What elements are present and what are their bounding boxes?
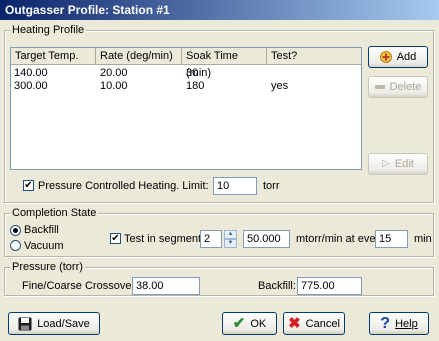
column-header-soak-time[interactable]: Soak Time (min) bbox=[182, 48, 267, 79]
help-icon: ? bbox=[380, 314, 391, 332]
heating-profile-legend: Heating Profile bbox=[10, 23, 87, 37]
spin-up-icon[interactable]: ▲ bbox=[224, 230, 237, 239]
column-header-target-temp[interactable]: Target Temp. bbox=[11, 48, 96, 65]
load-save-label: Load/Save bbox=[37, 317, 90, 330]
edit-button[interactable]: ▷ Edit bbox=[368, 153, 428, 175]
add-label: Add bbox=[396, 51, 417, 63]
ok-label: OK bbox=[250, 317, 267, 330]
vacuum-radio[interactable] bbox=[10, 240, 21, 251]
window-title: Outgasser Profile: Station #1 bbox=[0, 0, 439, 20]
pressure-controlled-checkbox[interactable]: ✔ bbox=[23, 180, 34, 191]
load-save-button[interactable]: Load/Save bbox=[8, 312, 100, 335]
backfill-radio[interactable] bbox=[10, 225, 21, 236]
help-label: Help bbox=[395, 317, 418, 330]
cell-soak-time: 180 bbox=[186, 80, 205, 92]
test-in-segment-label: Test in segment bbox=[124, 233, 202, 245]
outgasser-profile-window: Outgasser Profile: Station #1 Heating Pr… bbox=[0, 0, 439, 341]
cell-soak-time: 30 bbox=[186, 67, 199, 79]
vacuum-radio-label: Vacuum bbox=[24, 240, 64, 252]
interval-input[interactable]: 15 bbox=[375, 230, 408, 248]
pressure-backfill-label: Backfill: bbox=[258, 280, 296, 292]
edit-label: Edit bbox=[394, 158, 414, 170]
cell-test: yes bbox=[271, 80, 289, 92]
delete-button[interactable]: Delete bbox=[368, 76, 428, 98]
interval-unit-label: min bbox=[414, 233, 432, 245]
delete-icon bbox=[374, 85, 385, 89]
pressure-limit-input[interactable]: 10 bbox=[213, 177, 257, 195]
help-button[interactable]: ? Help bbox=[369, 312, 429, 335]
cancel-button[interactable]: ✖ Cancel bbox=[283, 312, 345, 335]
add-icon bbox=[379, 51, 392, 63]
backfill-radio-label: Backfill bbox=[24, 224, 59, 236]
edit-arrow-icon: ▷ bbox=[382, 158, 390, 169]
column-header-test[interactable]: Test? bbox=[267, 48, 361, 65]
close-icon: ✖ bbox=[288, 314, 301, 332]
pressure-backfill-input[interactable]: 775.00 bbox=[297, 277, 362, 295]
cell-rate: 20.00 bbox=[100, 67, 128, 79]
rate-unit-label: mtorr/min at every: bbox=[296, 233, 388, 245]
crossover-label: Fine/Coarse Crossover: bbox=[22, 280, 139, 292]
cell-target-temp: 140.00 bbox=[14, 67, 48, 79]
crossover-input[interactable]: 38.00 bbox=[132, 277, 200, 295]
segment-spinner[interactable]: ▲ ▼ bbox=[224, 230, 237, 248]
cell-target-temp: 300.00 bbox=[14, 80, 48, 92]
cancel-label: Cancel bbox=[305, 317, 340, 330]
column-header-rate[interactable]: Rate (deg/min) bbox=[96, 48, 182, 65]
checkmark-icon: ✔ bbox=[232, 314, 246, 332]
ok-button[interactable]: ✔ OK bbox=[222, 312, 277, 335]
cell-rate: 10.00 bbox=[100, 80, 128, 92]
add-button[interactable]: Add bbox=[368, 46, 428, 68]
pressure-controlled-label: Pressure Controlled Heating. Limit: bbox=[38, 180, 209, 192]
segment-input[interactable]: 2 bbox=[200, 230, 222, 248]
test-in-segment-checkbox[interactable]: ✔ bbox=[110, 233, 121, 244]
pressure-limit-unit: torr bbox=[263, 180, 280, 192]
delete-label: Delete bbox=[389, 81, 422, 93]
completion-state-legend: Completion State bbox=[10, 206, 99, 220]
pressure-legend: Pressure (torr) bbox=[10, 260, 85, 274]
floppy-disk-icon bbox=[18, 317, 32, 331]
spin-down-icon[interactable]: ▼ bbox=[224, 239, 237, 248]
heating-profile-table[interactable]: Target Temp. Rate (deg/min) Soak Time (m… bbox=[10, 47, 362, 170]
rate-input[interactable]: 50.000 bbox=[243, 230, 290, 248]
